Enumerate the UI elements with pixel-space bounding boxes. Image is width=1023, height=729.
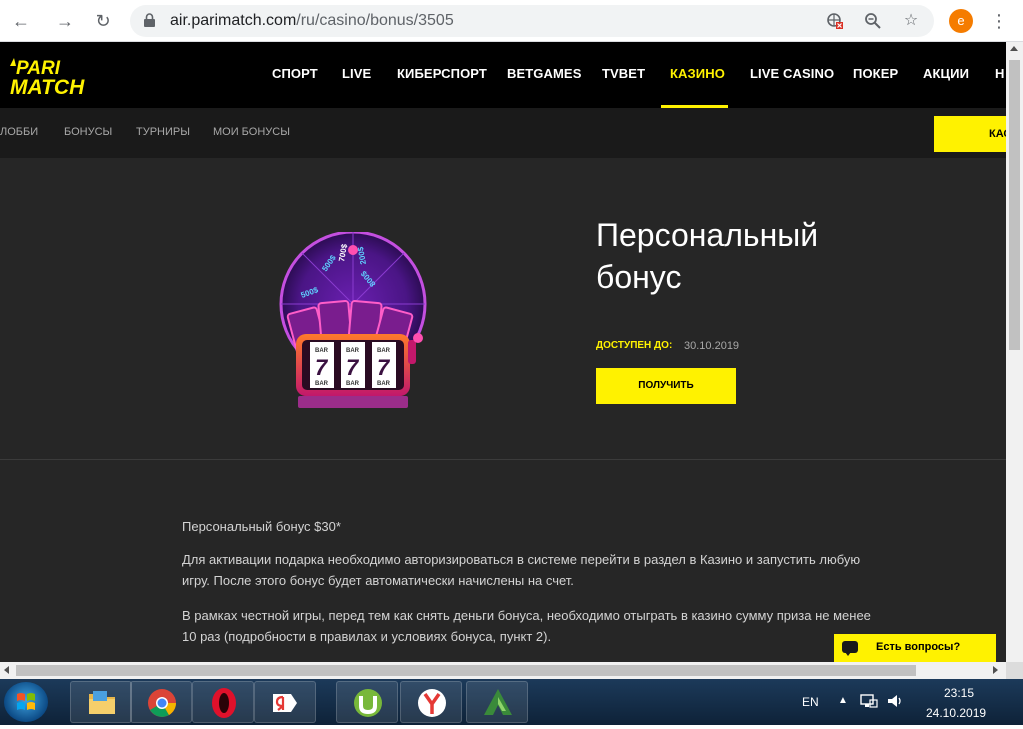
taskbar-opera[interactable] <box>192 681 254 723</box>
lock-icon <box>144 13 155 27</box>
taskbar-utorrent[interactable] <box>336 681 398 723</box>
get-bonus-button[interactable]: ПОЛУЧИТЬ <box>596 368 736 404</box>
chrome-icon <box>148 689 176 717</box>
bonus-hero: 500$ 700$ 200$ 800$ 500$ BAR BAR BAR BAR… <box>0 158 1006 460</box>
clock-date[interactable]: 24.10.2019 <box>926 706 986 720</box>
reel-seven: 7 <box>315 355 329 380</box>
folder-icon <box>89 691 115 714</box>
address-bar[interactable]: air.parimatch.com/ru/casino/bonus/3505 ☆ <box>130 5 934 37</box>
vertical-scroll-thumb[interactable] <box>1009 60 1020 350</box>
windows-logo-icon <box>17 693 35 710</box>
taskbar-yandex-browser[interactable] <box>400 681 462 723</box>
nav-live-casino[interactable]: LIVE CASINO <box>750 66 834 81</box>
volume-icon[interactable] <box>886 693 904 709</box>
scrollbar-corner <box>1006 662 1023 679</box>
clock-time[interactable]: 23:15 <box>944 686 974 700</box>
windows-taskbar: EN ▲ 23:15 24.10.2019 <box>0 679 1023 725</box>
nav-sport[interactable]: СПОРТ <box>272 66 318 81</box>
nav-promotions[interactable]: АКЦИИ <box>923 66 969 81</box>
tray-expand-icon[interactable]: ▲ <box>838 695 848 706</box>
profile-avatar[interactable]: e <box>949 9 973 33</box>
reel-bar-label: BAR <box>346 348 360 354</box>
logo-text-2: MATCH <box>10 76 85 97</box>
subnav-tournaments[interactable]: ТУРНИРЫ <box>136 126 190 138</box>
reel-seven: 7 <box>346 355 360 380</box>
yandex-icon <box>273 694 297 712</box>
zoom-icon[interactable] <box>864 12 882 30</box>
taskbar-chrome[interactable] <box>130 681 192 723</box>
description-paragraph-1: Персональный бонус $30* <box>182 519 341 534</box>
chat-bubble-icon <box>842 641 858 656</box>
available-until-date: 30.10.2019 <box>684 340 740 352</box>
scroll-right-icon[interactable] <box>993 666 998 674</box>
subnav-lobby[interactable]: ЛОББИ <box>0 126 38 138</box>
browser-menu-icon[interactable]: ⋮ <box>990 9 1008 33</box>
nav-more[interactable]: Н <box>995 66 1005 81</box>
taskbar-app[interactable] <box>466 681 528 723</box>
scroll-up-icon[interactable] <box>1010 46 1018 51</box>
page-viewport: PARI MATCH СПОРТ LIVE КИБЕРСПОРТ BETGAME… <box>0 42 1006 662</box>
bonus-title: Персональный бонус <box>596 217 819 295</box>
chat-label: Есть вопросы? <box>876 641 961 653</box>
nav-casino[interactable]: КАЗИНО <box>670 66 725 81</box>
horizontal-scroll-thumb[interactable] <box>16 665 916 676</box>
network-icon[interactable] <box>860 693 878 709</box>
start-button[interactable] <box>4 682 48 722</box>
parimatch-logo[interactable]: PARI MATCH <box>8 55 140 97</box>
nav-tvbet[interactable]: TVBET <box>602 66 645 81</box>
reel-bar-label: BAR <box>346 381 360 387</box>
blocked-content-icon[interactable] <box>826 12 844 30</box>
support-chat-button[interactable]: Есть вопросы? <box>834 634 996 662</box>
green-arrow-app-icon <box>484 689 512 715</box>
nav-live[interactable]: LIVE <box>342 66 371 81</box>
reload-icon[interactable]: ↻ <box>92 10 114 32</box>
nav-betgames[interactable]: BETGAMES <box>507 66 581 81</box>
input-language[interactable]: EN <box>802 695 819 709</box>
slot-wheel-illustration: 500$ 700$ 200$ 800$ 500$ BAR BAR BAR BAR… <box>279 232 427 408</box>
reel-bar-label: BAR <box>377 381 391 387</box>
url-host: air.parimatch.com <box>170 12 297 29</box>
bookmark-star-icon[interactable]: ☆ <box>902 12 920 30</box>
url-text: air.parimatch.com/ru/casino/bonus/3505 <box>170 12 454 30</box>
description-paragraph-2: Для активации подарка необходимо авториз… <box>182 552 861 588</box>
taskbar-yandex-search[interactable] <box>254 681 316 723</box>
utorrent-icon <box>354 689 382 717</box>
subnav-bonuses[interactable]: БОНУСЫ <box>64 126 112 138</box>
scroll-left-icon[interactable] <box>4 666 9 674</box>
browser-toolbar: ← → ↻ air.parimatch.com/ru/casino/bonus/… <box>0 0 1023 42</box>
vertical-scrollbar[interactable] <box>1006 42 1023 662</box>
yandex-browser-icon <box>418 689 446 717</box>
reel-bar-label: BAR <box>315 381 329 387</box>
back-icon[interactable]: ← <box>10 10 32 32</box>
cashier-button[interactable]: КАС <box>934 116 1006 152</box>
subnav-my-bonuses[interactable]: МОИ БОНУСЫ <box>213 126 290 138</box>
reel-bar-label: BAR <box>377 348 391 354</box>
taskbar-explorer[interactable] <box>70 681 132 723</box>
forward-icon[interactable]: → <box>54 10 76 32</box>
description-paragraph-3: В рамках честной игры, перед тем как сня… <box>182 608 871 644</box>
casino-subnav: ЛОББИ БОНУСЫ ТУРНИРЫ МОИ БОНУСЫ КАС <box>0 108 1006 158</box>
horizontal-scrollbar[interactable] <box>0 662 1006 679</box>
opera-icon <box>212 688 236 718</box>
reel-bar-label: BAR <box>315 348 329 354</box>
nav-poker[interactable]: ПОКЕР <box>853 66 898 81</box>
nav-esports[interactable]: КИБЕРСПОРТ <box>397 66 487 81</box>
available-until-label: ДОСТУПЕН ДО: <box>596 340 673 351</box>
reel-seven: 7 <box>377 355 391 380</box>
site-header: PARI MATCH СПОРТ LIVE КИБЕРСПОРТ BETGAME… <box>0 42 1006 108</box>
url-path: /ru/casino/bonus/3505 <box>296 12 454 29</box>
